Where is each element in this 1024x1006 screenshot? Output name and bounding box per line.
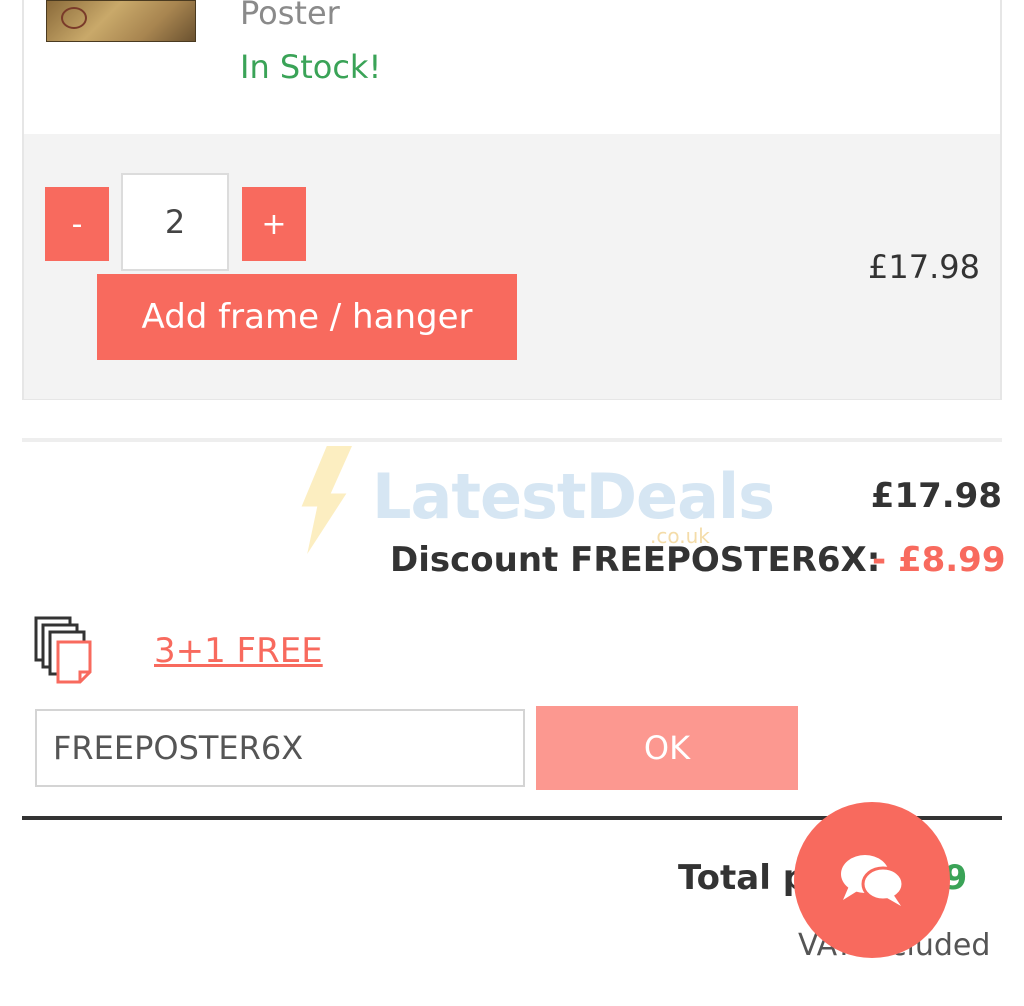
chat-button[interactable] xyxy=(794,802,950,958)
promo-link-3plus1-free[interactable]: 3+1 FREE xyxy=(154,631,323,671)
apply-coupon-button[interactable]: OK xyxy=(536,706,798,790)
product-thumbnail[interactable] xyxy=(46,0,196,42)
total-price-label: Total p xyxy=(678,858,808,898)
watermark-brand: LatestDeals xyxy=(372,460,775,533)
stock-status: In Stock! xyxy=(240,48,382,86)
chat-bubbles-icon xyxy=(841,855,905,906)
lightning-icon xyxy=(301,446,352,554)
line-item-price: £17.98 xyxy=(868,248,980,286)
subtotal-amount: £17.98 xyxy=(870,476,1002,516)
discount-amount: - £8.99 xyxy=(872,540,1006,580)
discount-label: Discount FREEPOSTER6X: xyxy=(390,540,881,580)
coupon-code-input[interactable]: FREEPOSTER6X xyxy=(35,709,525,787)
stacked-pages-icon xyxy=(34,616,98,686)
quantity-increase-button[interactable]: + xyxy=(242,187,306,261)
quantity-decrease-button[interactable]: - xyxy=(45,187,109,261)
add-frame-hanger-button[interactable]: Add frame / hanger xyxy=(97,274,517,360)
divider xyxy=(22,438,1002,442)
product-name[interactable]: Poster xyxy=(240,0,340,32)
quantity-input[interactable]: 2 xyxy=(121,173,229,271)
